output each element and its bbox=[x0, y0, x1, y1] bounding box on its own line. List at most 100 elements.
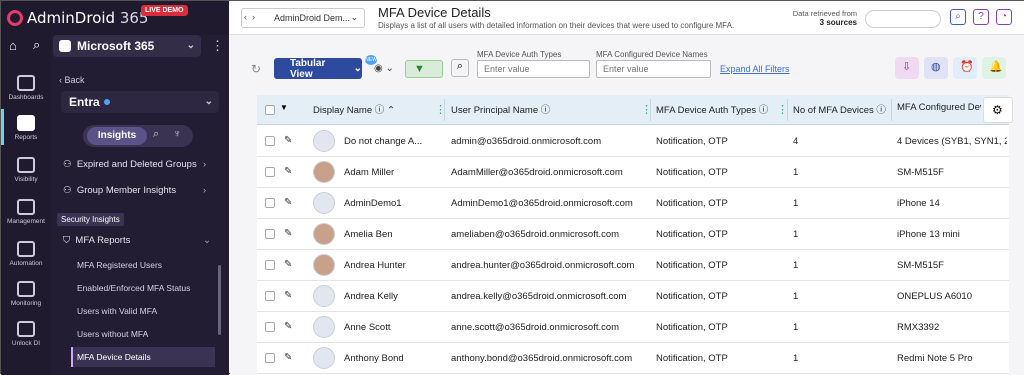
info-icon: ⓘ bbox=[540, 105, 551, 116]
rail-monitoring[interactable]: Monitoring bbox=[1, 281, 51, 307]
shield-icon: ⛉ bbox=[63, 235, 71, 246]
cell-upn: andrea.kelly@o365droid.onmicrosoft.com bbox=[451, 291, 627, 302]
help-button[interactable]: ? bbox=[973, 9, 989, 25]
avatar bbox=[313, 223, 335, 245]
column-settings-button[interactable]: ⚙ bbox=[983, 97, 1013, 123]
cell-device-names: RMX3392 bbox=[897, 322, 940, 333]
col-upn[interactable]: User Principal Name ⓘ bbox=[451, 102, 550, 116]
table-row[interactable]: ✎ Andrea Kelly andrea.kelly@o365droid.onmi… bbox=[257, 281, 1009, 312]
refresh-icon[interactable]: ↻ bbox=[251, 62, 261, 76]
settings-button[interactable]: ◔ bbox=[996, 9, 1012, 25]
table-row[interactable]: ✎ Do not change A... admin@o365droid.onmic… bbox=[257, 126, 1009, 157]
caret-down-icon[interactable]: ▼ bbox=[280, 103, 288, 112]
mfa-auth-type-input[interactable] bbox=[477, 60, 590, 78]
mfa-device-name-input[interactable] bbox=[596, 60, 711, 78]
row-checkbox[interactable] bbox=[265, 229, 275, 239]
table-row[interactable]: ✎ AdminDemo1 AdminDemo1@o365droid.onmicros… bbox=[257, 188, 1009, 219]
select-all-checkbox[interactable] bbox=[265, 105, 275, 115]
product-selector[interactable]: Entra ⌄ bbox=[61, 91, 219, 113]
chat-button[interactable]: ◍ bbox=[924, 57, 948, 79]
sidebar-item-mfa-reports[interactable]: ⛉ MFA Reports ⌄ bbox=[63, 235, 211, 246]
search-button[interactable]: ⌕ bbox=[950, 9, 966, 25]
edit-icon[interactable]: ✎ bbox=[284, 135, 292, 146]
search-icon[interactable]: ⌕ bbox=[153, 128, 159, 141]
live-demo-badge: LIVE DEMO bbox=[141, 5, 188, 16]
expand-filters-link[interactable]: Expand All Filters bbox=[720, 64, 790, 74]
table-row[interactable]: ✎ Anne Scott anne.scott@o365droid.onmicros… bbox=[257, 312, 1009, 343]
edit-icon[interactable]: ✎ bbox=[284, 228, 292, 239]
rail-dashboards[interactable]: Dashboards bbox=[1, 75, 51, 101]
home-icon[interactable]: ⌂ bbox=[9, 38, 17, 53]
row-checkbox[interactable] bbox=[265, 167, 275, 177]
table-row[interactable]: ✎ Andrea Hunter andrea.hunter@o365droid.on… bbox=[257, 250, 1009, 281]
more-icon[interactable]: ⋮ bbox=[211, 38, 224, 54]
nav-rail bbox=[1, 1, 51, 375]
table-row[interactable]: ✎ Anthony Bond anthony.bond@o365droid.onmi… bbox=[257, 343, 1009, 374]
filter-button[interactable]: ▼ bbox=[405, 60, 443, 78]
cell-display-name: Anne Scott bbox=[344, 322, 391, 333]
bell-icon: 🔔 bbox=[989, 61, 1003, 73]
download-button[interactable]: ⇩ bbox=[895, 57, 919, 79]
table-row[interactable]: ✎ Adam Miller AdamMiller@o365droid.onmicro… bbox=[257, 157, 1009, 188]
search-icon[interactable]: ⌕ bbox=[33, 37, 40, 53]
cell-display-name: Adam Miller bbox=[344, 167, 395, 178]
row-checkbox[interactable] bbox=[265, 136, 275, 146]
row-checkbox[interactable] bbox=[265, 322, 275, 332]
rail-reports[interactable]: Reports bbox=[1, 115, 51, 141]
visibility-icon[interactable]: ◉ ⌄ bbox=[374, 63, 394, 74]
cell-auth-types: Notification, OTP bbox=[656, 353, 728, 364]
group-icon: ⚇ bbox=[63, 185, 72, 196]
row-checkbox[interactable] bbox=[265, 260, 275, 270]
rail-visibility[interactable]: Visibility bbox=[1, 157, 51, 183]
sidebar-sub-valid-mfa[interactable]: Users with Valid MFA bbox=[77, 306, 157, 316]
edit-icon[interactable]: ✎ bbox=[284, 166, 292, 177]
sidebar-item-group-member[interactable]: ⚇ Group Member Insights › bbox=[63, 185, 206, 196]
rail-automation[interactable]: Automation bbox=[1, 241, 51, 267]
cell-device-names: SM-M515F bbox=[897, 167, 944, 178]
chat-icon: ◍ bbox=[931, 61, 941, 73]
alarm-button[interactable]: ⏰ bbox=[953, 57, 977, 79]
app-header: AdminDroid 365 LIVE DEMO bbox=[1, 1, 229, 35]
table-row[interactable]: ✎ Amelia Ben ameliaben@o365droid.onmicroso… bbox=[257, 219, 1009, 250]
sidebar-sub-mfa-registered[interactable]: MFA Registered Users bbox=[77, 260, 162, 270]
data-source-icons[interactable] bbox=[865, 10, 941, 28]
sidebar-sub-enabled-mfa[interactable]: Enabled/Enforced MFA Status bbox=[77, 283, 190, 293]
row-checkbox[interactable] bbox=[265, 198, 275, 208]
col-display-name[interactable]: Display Name ⓘ ⌃ bbox=[313, 102, 395, 116]
column-divider bbox=[650, 99, 651, 121]
column-divider bbox=[891, 99, 892, 121]
nav-arrows-icon[interactable]: ‹ › bbox=[244, 12, 255, 22]
app-logo-text: AdminDroid 365 bbox=[27, 9, 149, 27]
sidebar-sub-without-mfa[interactable]: Users without MFA bbox=[77, 329, 148, 339]
tenant-selector[interactable]: Microsoft 365 ⌄ bbox=[53, 35, 201, 57]
row-checkbox[interactable] bbox=[265, 291, 275, 301]
chevron-down-icon: ⌄ bbox=[203, 235, 211, 246]
insights-tab[interactable]: Insights bbox=[87, 127, 147, 145]
rail-management[interactable]: Management bbox=[1, 199, 51, 225]
column-menu-icon[interactable]: ⋮ bbox=[435, 103, 446, 116]
sort-asc-icon: ⌃ bbox=[386, 105, 395, 116]
chevron-down-icon: ⌄ bbox=[350, 12, 358, 22]
bell-button[interactable]: 🔔 bbox=[982, 57, 1006, 79]
edit-icon[interactable]: ✎ bbox=[284, 290, 292, 301]
sidebar-item-expired-groups[interactable]: ⚇ Expired and Deleted Groups › bbox=[63, 159, 206, 170]
col-device-count[interactable]: No of MFA Devices ⓘ bbox=[793, 102, 886, 116]
sidebar-scrollbar[interactable] bbox=[218, 265, 221, 335]
edit-icon[interactable]: ✎ bbox=[284, 321, 292, 332]
back-link[interactable]: ‹ Back bbox=[59, 75, 85, 85]
col-auth-types[interactable]: MFA Device Auth Types ⓘ bbox=[656, 102, 768, 116]
tenant-label: Microsoft 365 bbox=[77, 39, 155, 53]
col-device-names[interactable]: MFA Configured Dev bbox=[897, 102, 981, 113]
rail-unlock-di[interactable]: Unlock DI bbox=[1, 321, 51, 347]
search-icon[interactable]: ⌕ bbox=[451, 59, 469, 77]
row-checkbox[interactable] bbox=[265, 353, 275, 363]
breadcrumb[interactable]: AdminDroid Dem... ⌄ bbox=[241, 8, 365, 28]
cell-device-count: 4 bbox=[793, 136, 799, 147]
view-selector[interactable]: Tabular View ⌄ bbox=[274, 58, 362, 80]
trophy-icon[interactable]: ♆ bbox=[173, 128, 181, 140]
visibility-icon bbox=[17, 157, 35, 173]
edit-icon[interactable]: ✎ bbox=[284, 197, 292, 208]
sidebar-sub-mfa-device[interactable]: MFA Device Details bbox=[77, 352, 151, 362]
edit-icon[interactable]: ✎ bbox=[284, 259, 292, 270]
edit-icon[interactable]: ✎ bbox=[284, 352, 292, 363]
